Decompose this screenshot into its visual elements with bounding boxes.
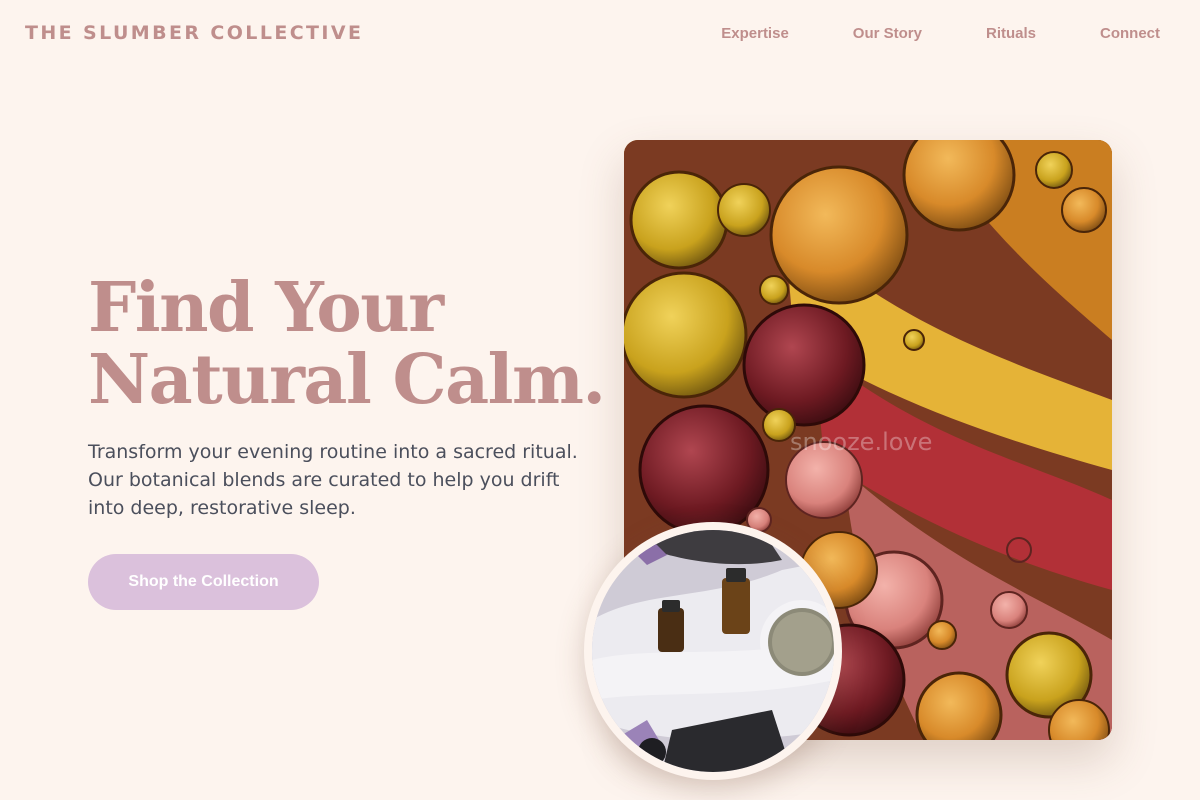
nav-connect[interactable]: Connect (1100, 25, 1160, 42)
nav-expertise[interactable]: Expertise (721, 25, 789, 42)
watermark: snooze.love (790, 428, 933, 456)
hero-title-line-1: Find Your (88, 268, 444, 348)
essential-oils-image (592, 530, 834, 772)
main-nav: Expertise Our Story Rituals Connect (721, 25, 1160, 42)
hero-title: Find Your Natural Calm. (88, 268, 606, 420)
brand-logo[interactable]: THE SLUMBER COLLECTIVE (25, 22, 363, 44)
hero-title-line-2: Natural Calm. (88, 340, 606, 420)
landing-page: THE SLUMBER COLLECTIVE Expertise Our Sto… (0, 0, 1200, 800)
hero-description: Transform your evening routine into a sa… (88, 441, 578, 519)
nav-our-story[interactable]: Our Story (853, 25, 922, 42)
shop-collection-button[interactable]: Shop the Collection (88, 554, 319, 610)
essential-oils-art (592, 530, 834, 772)
essential-oils-inset (584, 522, 842, 780)
nav-rituals[interactable]: Rituals (986, 25, 1036, 42)
